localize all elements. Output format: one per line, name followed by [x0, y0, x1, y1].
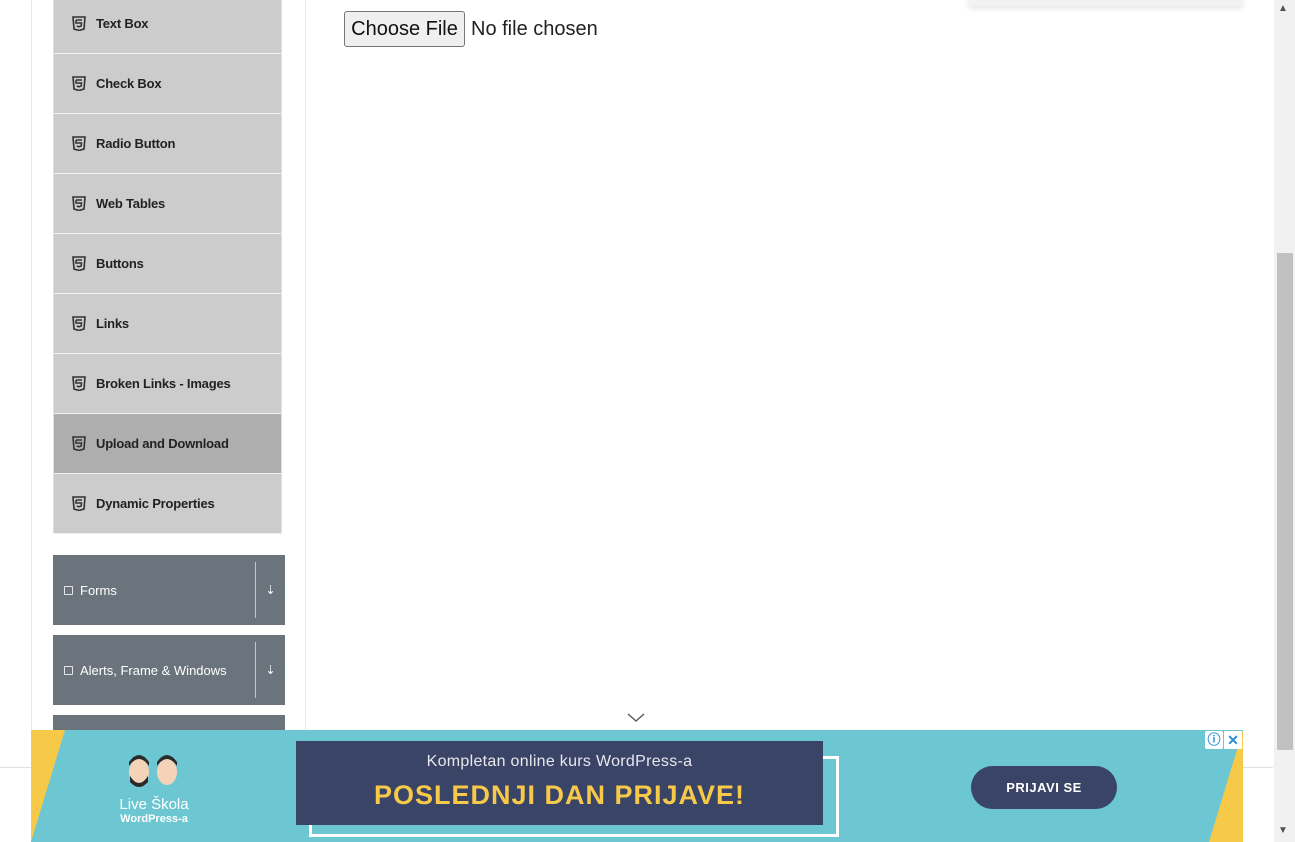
- html5-icon: [72, 436, 86, 451]
- chevron-down-icon[interactable]: [627, 712, 645, 724]
- menu-item-web-tables[interactable]: Web Tables: [53, 174, 282, 234]
- menu-item-label: Broken Links - Images: [96, 376, 231, 391]
- ad-message-box: Kompletan online kurs WordPress-a POSLED…: [296, 741, 823, 825]
- html5-icon: [72, 136, 86, 151]
- form-icon: [64, 585, 73, 595]
- html5-icon: [72, 76, 86, 91]
- scroll-down-icon[interactable]: ▼: [1278, 825, 1288, 836]
- html5-icon: [72, 376, 86, 391]
- top-ad-remnant: [968, 0, 1243, 6]
- ad-cta-button[interactable]: PRIJAVI SE: [971, 766, 1117, 809]
- html5-icon: [72, 16, 86, 31]
- menu-item-label: Text Box: [96, 16, 149, 31]
- ad-info-icon[interactable]: ⓘ: [1205, 731, 1223, 749]
- scroll-up-icon[interactable]: ▲: [1278, 3, 1288, 14]
- menu-item-upload-download[interactable]: Upload and Download: [53, 414, 282, 474]
- menu-item-label: Check Box: [96, 76, 162, 91]
- ad-subtitle: Kompletan online kurs WordPress-a: [426, 753, 693, 770]
- html5-icon: [72, 496, 86, 511]
- menu-item-buttons[interactable]: Buttons: [53, 234, 282, 294]
- file-status-text: No file chosen: [471, 17, 598, 40]
- html5-icon: [72, 256, 86, 271]
- file-upload-field: Choose File No file chosen: [344, 11, 598, 47]
- element-menu-list: Text Box Check Box Radio Button Web Tabl…: [53, 0, 282, 534]
- ad-logo-line1: Live Škola: [119, 796, 189, 813]
- logo-faces-icon: [129, 755, 177, 787]
- group-header-forms[interactable]: Forms ⇣: [53, 555, 285, 625]
- html5-icon: [72, 196, 86, 211]
- ad-logo-text: Live Škola WordPress-a: [116, 796, 192, 825]
- ad-banner[interactable]: Live Škola WordPress-a Kompletan online …: [31, 730, 1243, 842]
- menu-item-broken-links[interactable]: Broken Links - Images: [53, 354, 282, 414]
- sidebar-divider: [305, 0, 306, 730]
- group-label: Alerts, Frame & Windows: [80, 662, 227, 678]
- ad-headline: POSLEDNJI DAN PRIJAVE!: [373, 780, 746, 810]
- menu-item-radio-button[interactable]: Radio Button: [53, 114, 282, 174]
- ad-close-icon[interactable]: ✕: [1224, 731, 1242, 749]
- expand-arrow-icon[interactable]: ⇣: [256, 663, 285, 677]
- ad-logo-line2: WordPress-a: [120, 813, 188, 825]
- html5-icon: [72, 316, 86, 331]
- menu-item-dynamic-properties[interactable]: Dynamic Properties: [53, 474, 282, 534]
- window-icon: [64, 665, 73, 675]
- ad-yellow-stripe-left: [31, 730, 65, 842]
- menu-item-label: Upload and Download: [96, 436, 229, 451]
- scrollbar-thumb[interactable]: [1277, 253, 1293, 750]
- page-border: [31, 0, 32, 768]
- menu-item-links[interactable]: Links: [53, 294, 282, 354]
- menu-item-label: Links: [96, 316, 129, 331]
- menu-item-check-box[interactable]: Check Box: [53, 54, 282, 114]
- group-header-alerts[interactable]: Alerts, Frame & Windows ⇣: [53, 635, 285, 705]
- menu-item-text-box[interactable]: Text Box: [53, 0, 282, 54]
- menu-item-label: Dynamic Properties: [96, 496, 215, 511]
- group-label: Forms: [80, 582, 117, 598]
- menu-item-label: Web Tables: [96, 196, 166, 211]
- menu-item-label: Buttons: [96, 256, 144, 271]
- expand-arrow-icon[interactable]: ⇣: [256, 583, 285, 597]
- menu-item-label: Radio Button: [96, 136, 176, 151]
- choose-file-button[interactable]: Choose File: [344, 11, 465, 47]
